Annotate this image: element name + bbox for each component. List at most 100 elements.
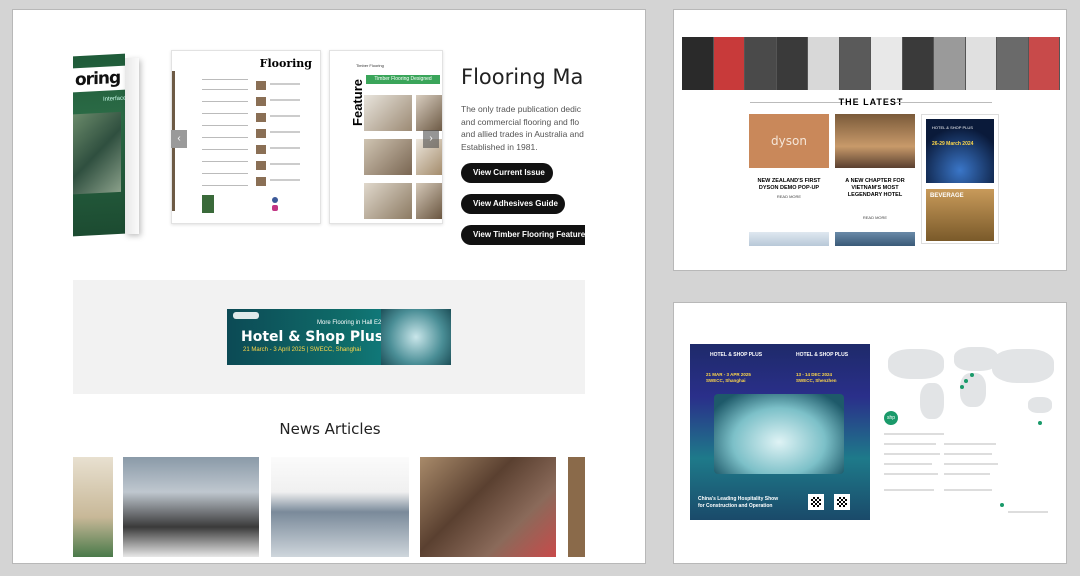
banner-subtitle: 21 March - 3 April 2025 | SWECC, Shangha…: [243, 347, 361, 353]
latest-card-image[interactable]: [835, 232, 915, 246]
poster-logo-left: HOTEL & SHOP PLUS: [710, 352, 763, 358]
dyson-image: dyson: [749, 114, 829, 168]
contents-text: [270, 115, 300, 117]
magazine-subtitle: Interface: [103, 95, 127, 103]
contents-text: [270, 179, 300, 181]
contents-line: [202, 89, 248, 90]
hero-description: The only trade publication dedic and com…: [461, 104, 584, 152]
contents-thumb: [256, 177, 266, 186]
carousel-prev-button[interactable]: ‹: [171, 130, 187, 148]
feature-tag: Timber Flooring Designed: [366, 75, 440, 84]
side-advert[interactable]: HOTEL & SHOP PLUS 26-29 March 2024 BEVER…: [921, 114, 999, 244]
poster-date-left: 21 MAR - 3 APR 2025 SWECC, Shanghai: [706, 372, 751, 383]
magazine-spine: [125, 58, 139, 234]
qr-code-icon: [834, 494, 850, 510]
contents-thumb: [256, 81, 266, 90]
info-text-line: [884, 473, 938, 475]
location-marker: [1038, 421, 1042, 425]
contents-text: [270, 131, 300, 133]
news-article-image[interactable]: [271, 457, 409, 557]
info-text-line: [944, 489, 992, 491]
card-title: NEW ZEALAND'S FIRST DYSON DEMO POP-UP: [757, 178, 821, 191]
poster-date-right: 13 - 14 DEC 2024 SWECC, Shenzhen: [796, 372, 837, 383]
contents-line: [202, 137, 248, 138]
exhibition-ad-panel: HOTEL & SHOP PLUS HOTEL & SHOP PLUS 21 M…: [673, 302, 1067, 564]
news-article-image[interactable]: [73, 457, 113, 557]
news-article-image[interactable]: [420, 457, 556, 557]
contents-text: [270, 83, 300, 85]
read-more-link[interactable]: READ MORE: [749, 194, 829, 199]
hero-title: Flooring Ma: [461, 65, 584, 89]
website-panel: oring Interface Flooring ‹ Timber Floori…: [12, 9, 646, 564]
side-advert-date: 26-29 March 2024: [932, 141, 974, 147]
poster-room-render: [714, 394, 844, 474]
contents-cover-thumb: [202, 195, 214, 213]
feature-photo: [364, 95, 412, 131]
info-text-line: [944, 443, 996, 445]
side-advert-title: HOTEL & SHOP PLUS: [932, 125, 973, 130]
view-adhesives-guide-button[interactable]: View Adhesives Guide: [461, 194, 565, 214]
poster-tagline: China's Leading Hospitality Show for Con…: [698, 496, 779, 509]
side-advert-hotel-shop: HOTEL & SHOP PLUS 26-29 March 2024: [926, 119, 994, 183]
hotel-image: [835, 114, 915, 168]
exhibition-poster[interactable]: HOTEL & SHOP PLUS HOTEL & SHOP PLUS 21 M…: [690, 344, 870, 520]
instagram-icon: [272, 205, 278, 211]
contents-line: [202, 161, 248, 162]
advert-area: More Flooring in Hall E2 Hotel & Shop Pl…: [73, 280, 585, 394]
info-text-line: [884, 453, 940, 455]
banner-logo: [233, 312, 259, 319]
exhibition-badge: shp: [884, 411, 898, 425]
side-advert-beverage-label: BEVERAGE: [930, 193, 964, 199]
location-marker: [970, 373, 974, 377]
qr-code-icon: [808, 494, 824, 510]
contents-line: [202, 79, 248, 80]
feature-photo: [364, 139, 412, 175]
latest-heading: THE LATEST: [838, 97, 904, 107]
feature-label: Feature: [350, 79, 365, 126]
contents-thumb: [256, 145, 266, 154]
info-text-line: [1008, 511, 1048, 513]
contents-line: [202, 149, 248, 150]
contents-thumb: [256, 113, 266, 122]
contents-line: [202, 185, 248, 186]
side-advert-beverage: BEVERAGE: [926, 189, 994, 241]
magazine-page-contents[interactable]: Flooring: [171, 50, 321, 224]
news-article-image[interactable]: [568, 457, 585, 557]
page-section-label: Timber Flooring: [356, 63, 384, 68]
heading-rule: [896, 102, 992, 103]
world-map: [880, 343, 1062, 427]
contents-line: [202, 125, 248, 126]
info-text-line: [884, 443, 936, 445]
info-text-line: [884, 489, 934, 491]
contents-text: [270, 147, 300, 149]
card-title: A NEW CHAPTER FOR VIETNAM'S MOST LEGENDA…: [845, 178, 905, 198]
latest-panel: THE LATEST dyson NEW ZEALAND'S FIRST DYS…: [673, 9, 1067, 271]
magazine-logo: oring: [73, 65, 133, 93]
poster-logo-right: HOTEL & SHOP PLUS: [796, 352, 849, 358]
contents-line: [202, 101, 248, 102]
contents-line: [202, 173, 248, 174]
news-articles-heading: News Articles: [279, 420, 381, 438]
latest-card[interactable]: dyson NEW ZEALAND'S FIRST DYSON DEMO POP…: [749, 114, 829, 199]
latest-card[interactable]: A NEW CHAPTER FOR VIETNAM'S MOST LEGENDA…: [835, 114, 915, 220]
contents-thumb: [256, 97, 266, 106]
location-marker: [964, 379, 968, 383]
contents-text: [270, 99, 300, 101]
page-heading: Flooring: [259, 57, 312, 70]
feature-photo: [364, 183, 412, 219]
read-more-link[interactable]: READ MORE: [835, 215, 915, 220]
view-current-issue-button[interactable]: View Current Issue: [461, 163, 553, 183]
contents-line: [202, 113, 248, 114]
facebook-icon: [272, 197, 278, 203]
info-text-line: [884, 433, 944, 435]
magazine-cover[interactable]: oring Interface: [73, 53, 133, 237]
contents-thumb: [256, 161, 266, 170]
banner-title: Hotel & Shop Plus: [241, 329, 384, 345]
view-timber-flooring-feature-button[interactable]: View Timber Flooring Feature: [461, 225, 585, 245]
hotel-shop-plus-banner[interactable]: More Flooring in Hall E2 Hotel & Shop Pl…: [227, 309, 451, 365]
magazine-cover-strip: [682, 37, 1060, 90]
carousel-next-button[interactable]: ›: [423, 130, 439, 148]
info-text-line: [944, 453, 992, 455]
latest-card-image[interactable]: [749, 232, 829, 246]
news-article-image[interactable]: [123, 457, 259, 557]
